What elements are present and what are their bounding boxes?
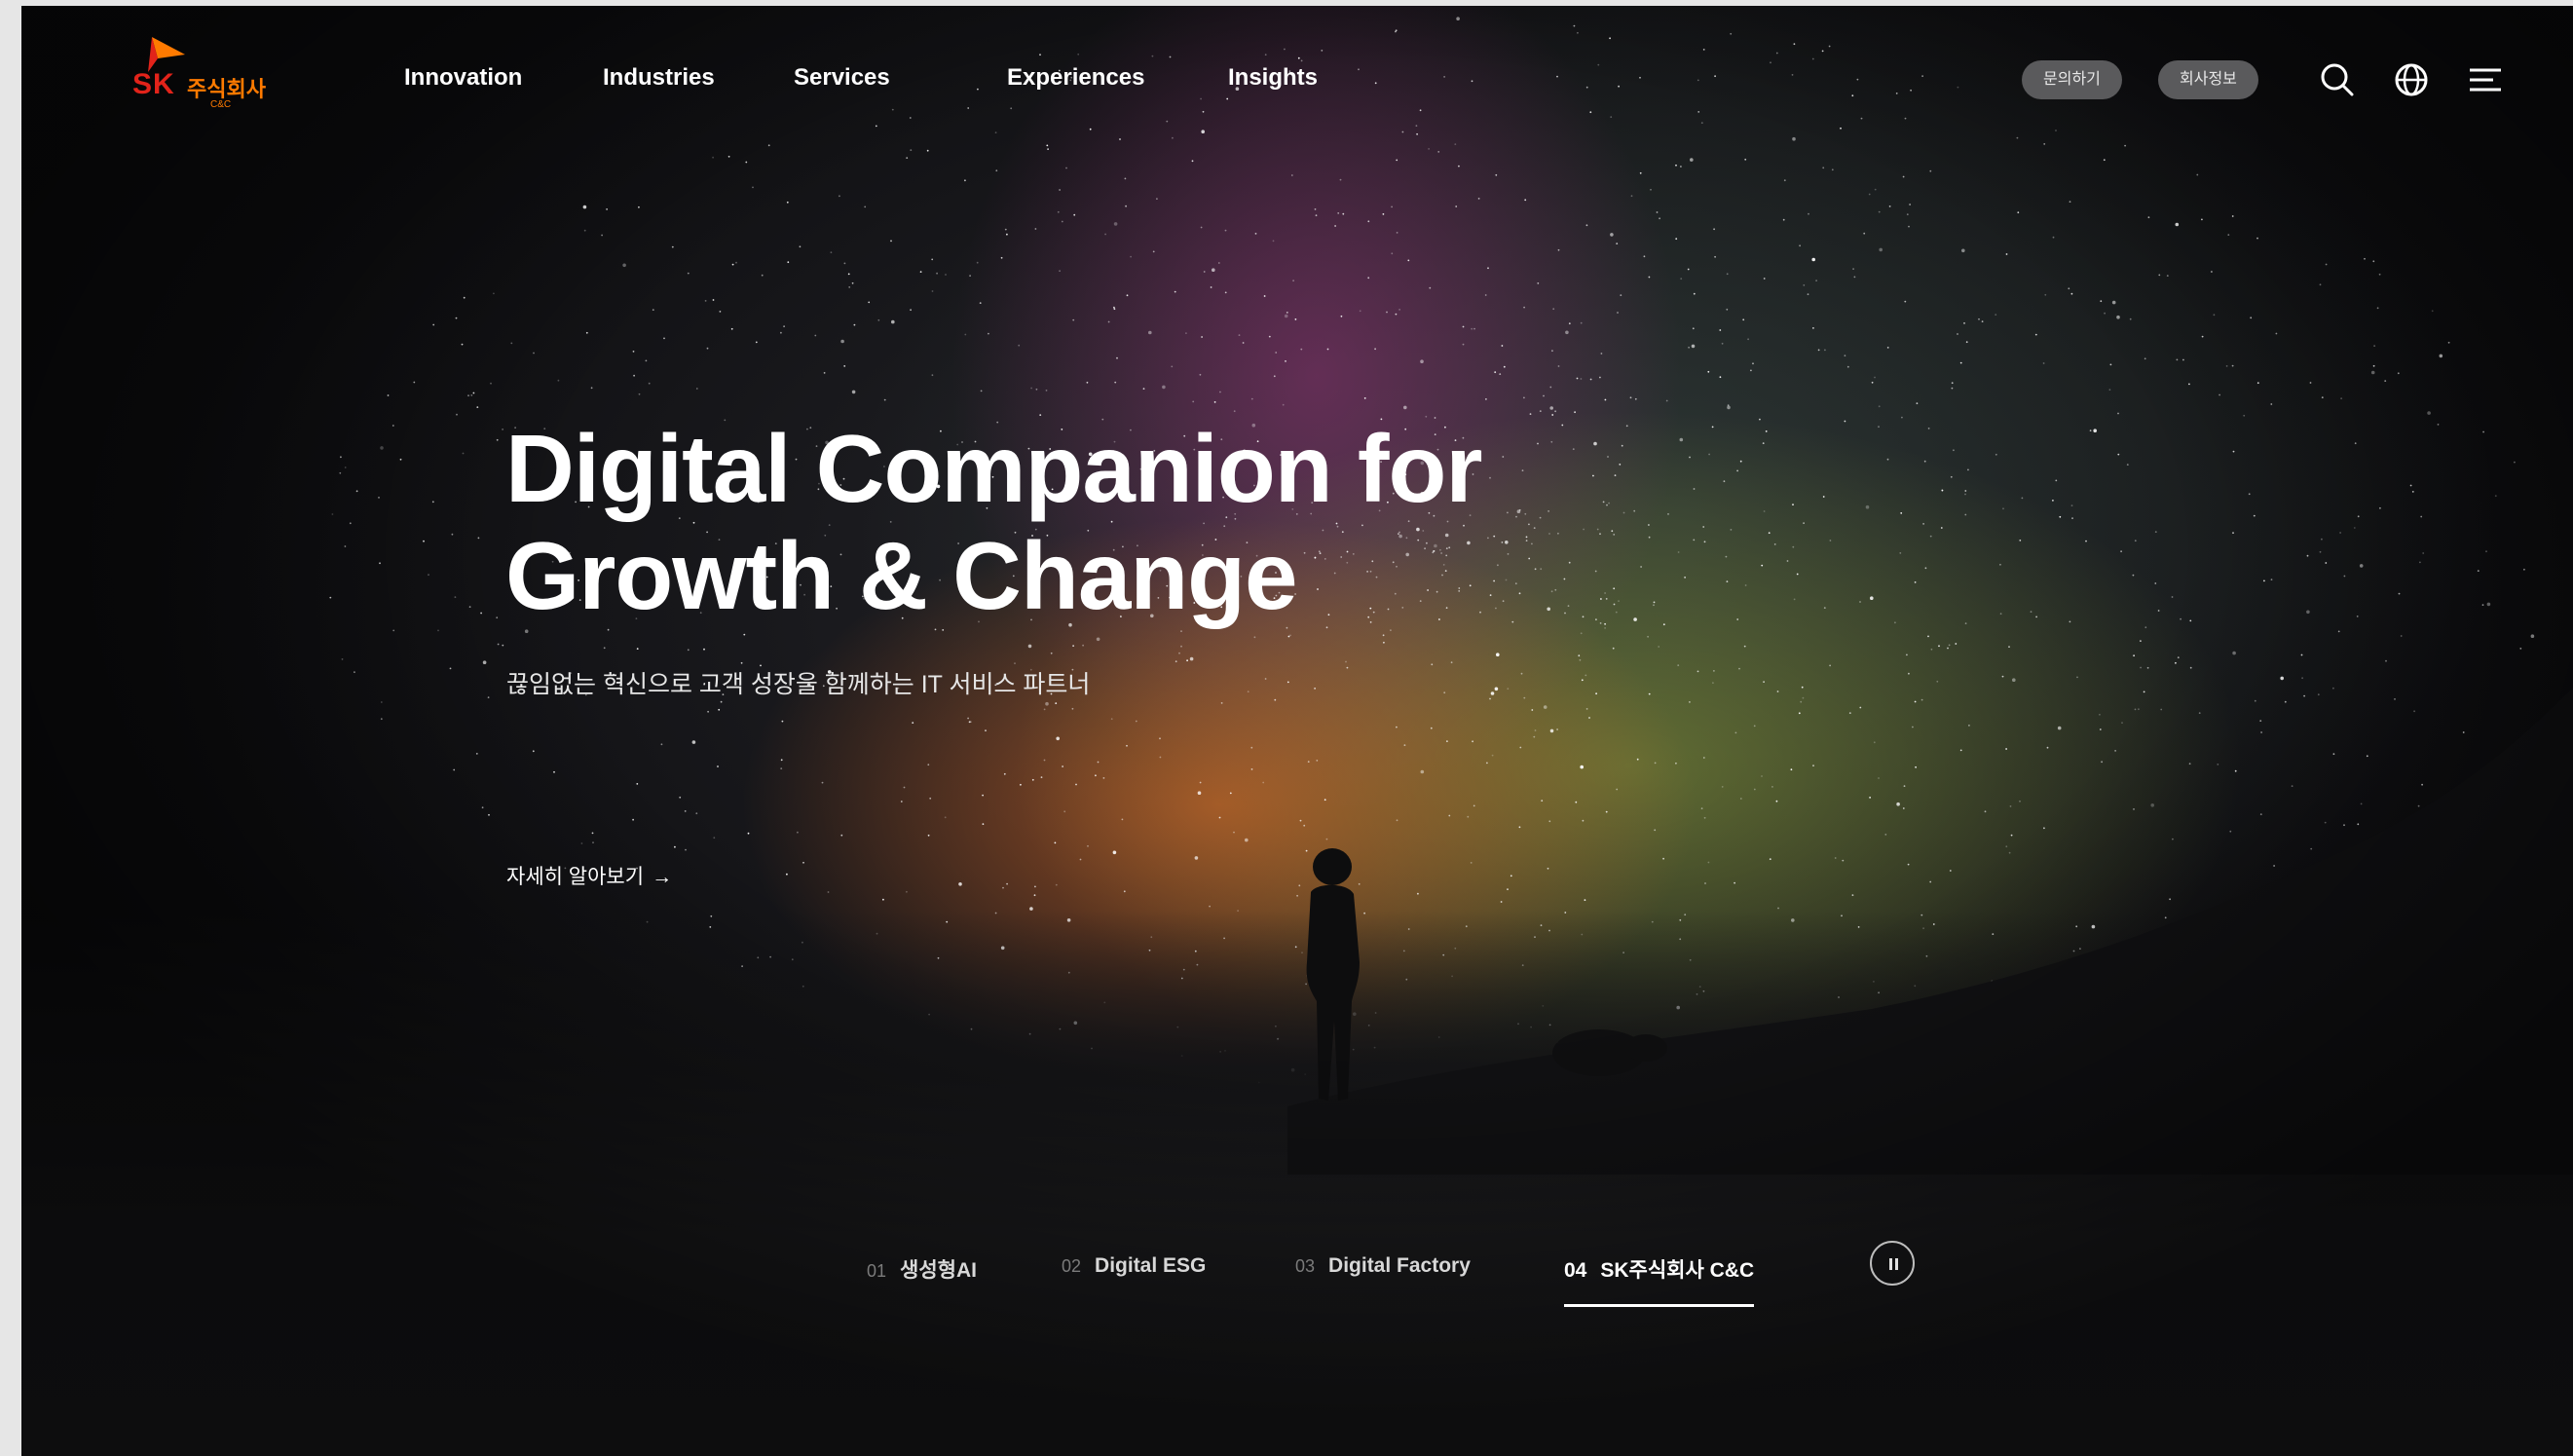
tab-generative-ai[interactable]: 01 생성형AI [867,1254,977,1307]
learn-more-link[interactable]: 자세히 알아보기 → [506,861,672,890]
vignette-overlay [21,6,2573,1456]
pause-icon[interactable] [1870,1241,1915,1286]
tab-number: 01 [867,1261,887,1281]
tab-label: Digital Factory [1328,1254,1471,1277]
nav-item-industries[interactable]: Industries [603,64,715,92]
logo-sk-text: SK [132,68,175,100]
search-icon[interactable] [2318,60,2357,99]
arrow-right-icon: → [652,866,673,888]
company-info-button[interactable]: 회사정보 [2158,60,2258,99]
hero-title-line-1: Digital Companion for [505,415,1483,522]
tab-label: Digital ESG [1095,1254,1207,1277]
hero-title: Digital Companion for Growth & Change [505,415,1674,629]
tab-sk-cc[interactable]: 04 SK주식회사 C&C [1564,1254,1755,1307]
nav-item-insights[interactable]: Insights [1228,64,1318,92]
contact-button[interactable]: 문의하기 [2022,60,2122,99]
site-header: SK 주식회사 C&C Innovation Industries Servic… [21,6,2573,152]
sk-cc-logo[interactable]: SK 주식회사 C&C [129,33,275,111]
nav-item-experiences[interactable]: Experiences [1007,64,1144,92]
slide-tabs: 01 생성형AI 02 Digital ESG 03 Digital Factory … [21,1254,2573,1313]
tab-label: SK주식회사 C&C [1600,1259,1755,1282]
tab-number: 04 [1564,1259,1587,1282]
tab-number: 02 [1062,1256,1082,1276]
globe-icon[interactable] [2392,60,2431,99]
hero-section: SK 주식회사 C&C Innovation Industries Servic… [21,6,2573,1456]
tab-label: 생성형AI [900,1259,977,1282]
hero-subtitle: 끊임없는 혁신으로 고객 성장을 함께하는 IT 서비스 파트너 [506,671,1091,698]
tab-digital-esg[interactable]: 02 Digital ESG [1062,1254,1206,1307]
hero-title-line-2: Growth & Change [505,522,1298,629]
nav-item-services[interactable]: Services [794,64,890,92]
nav-item-innovation[interactable]: Innovation [404,64,522,92]
logo-cc-text: C&C [210,99,232,110]
tab-digital-factory[interactable]: 03 Digital Factory [1295,1254,1471,1307]
tab-number: 03 [1295,1256,1316,1276]
learn-more-label: 자세히 알아보기 [506,866,645,888]
menu-icon[interactable] [2466,60,2505,99]
